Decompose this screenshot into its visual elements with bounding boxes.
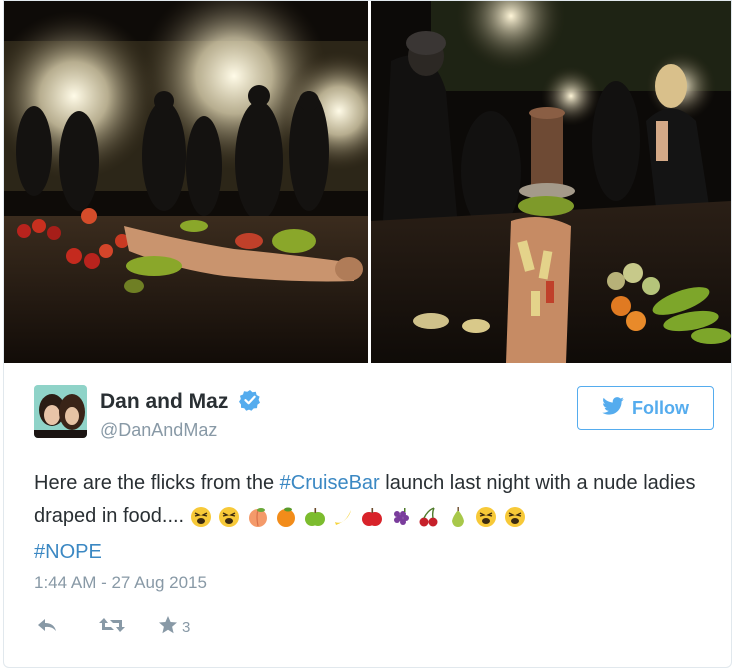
green-apple-emoji-icon bbox=[304, 508, 325, 526]
tweet-timestamp[interactable]: 1:44 AM - 27 Aug 2015 bbox=[34, 573, 207, 593]
tired-face-emoji-icon bbox=[190, 507, 211, 527]
tweet-media bbox=[4, 1, 731, 363]
media-photo-left[interactable] bbox=[4, 1, 368, 363]
banana-emoji-icon bbox=[335, 510, 352, 525]
hashtag-link-cruisebar[interactable]: #CruiseBar bbox=[280, 472, 380, 494]
grapes-emoji-icon bbox=[393, 508, 409, 525]
favorite-count: 3 bbox=[182, 618, 191, 636]
follow-label: Follow bbox=[632, 397, 689, 418]
red-apple-emoji-icon bbox=[362, 508, 383, 526]
cherries-emoji-icon bbox=[419, 507, 438, 527]
tweet-actions: 3 bbox=[36, 615, 190, 639]
avatar[interactable] bbox=[34, 385, 87, 438]
tired-face-emoji-icon bbox=[504, 507, 525, 527]
star-icon bbox=[158, 615, 178, 640]
retweet-button[interactable] bbox=[98, 615, 126, 640]
follow-button[interactable]: Follow bbox=[577, 386, 714, 430]
pear-emoji-icon bbox=[451, 507, 464, 527]
reply-button[interactable] bbox=[36, 616, 58, 639]
verified-badge-icon bbox=[238, 389, 261, 416]
author-display-name[interactable]: Dan and Maz bbox=[100, 390, 228, 413]
media-photo-right[interactable] bbox=[371, 1, 731, 363]
tweet-header: Dan and Maz @DanAndMaz Follow bbox=[34, 385, 714, 445]
tired-face-emoji-icon bbox=[476, 507, 497, 527]
emoji-row bbox=[190, 503, 527, 536]
peach-emoji-icon bbox=[248, 508, 267, 527]
tangerine-emoji-icon bbox=[277, 507, 296, 527]
tired-face-emoji-icon bbox=[219, 507, 240, 527]
tweet-text: Here are the flicks from the #CruiseBar … bbox=[34, 467, 714, 569]
author-names: Dan and Maz @DanAndMaz bbox=[100, 389, 261, 441]
tweet-text-before: Here are the flicks from the bbox=[34, 472, 280, 494]
retweet-icon bbox=[98, 615, 126, 640]
reply-icon bbox=[36, 616, 58, 639]
hashtag-link-nope[interactable]: #NOPE bbox=[34, 541, 102, 563]
twitter-bird-icon bbox=[602, 396, 624, 420]
author-handle[interactable]: @DanAndMaz bbox=[100, 420, 261, 441]
tweet-card: Dan and Maz @DanAndMaz Follow Here are t… bbox=[3, 0, 732, 668]
favorite-button[interactable]: 3 bbox=[158, 615, 190, 640]
